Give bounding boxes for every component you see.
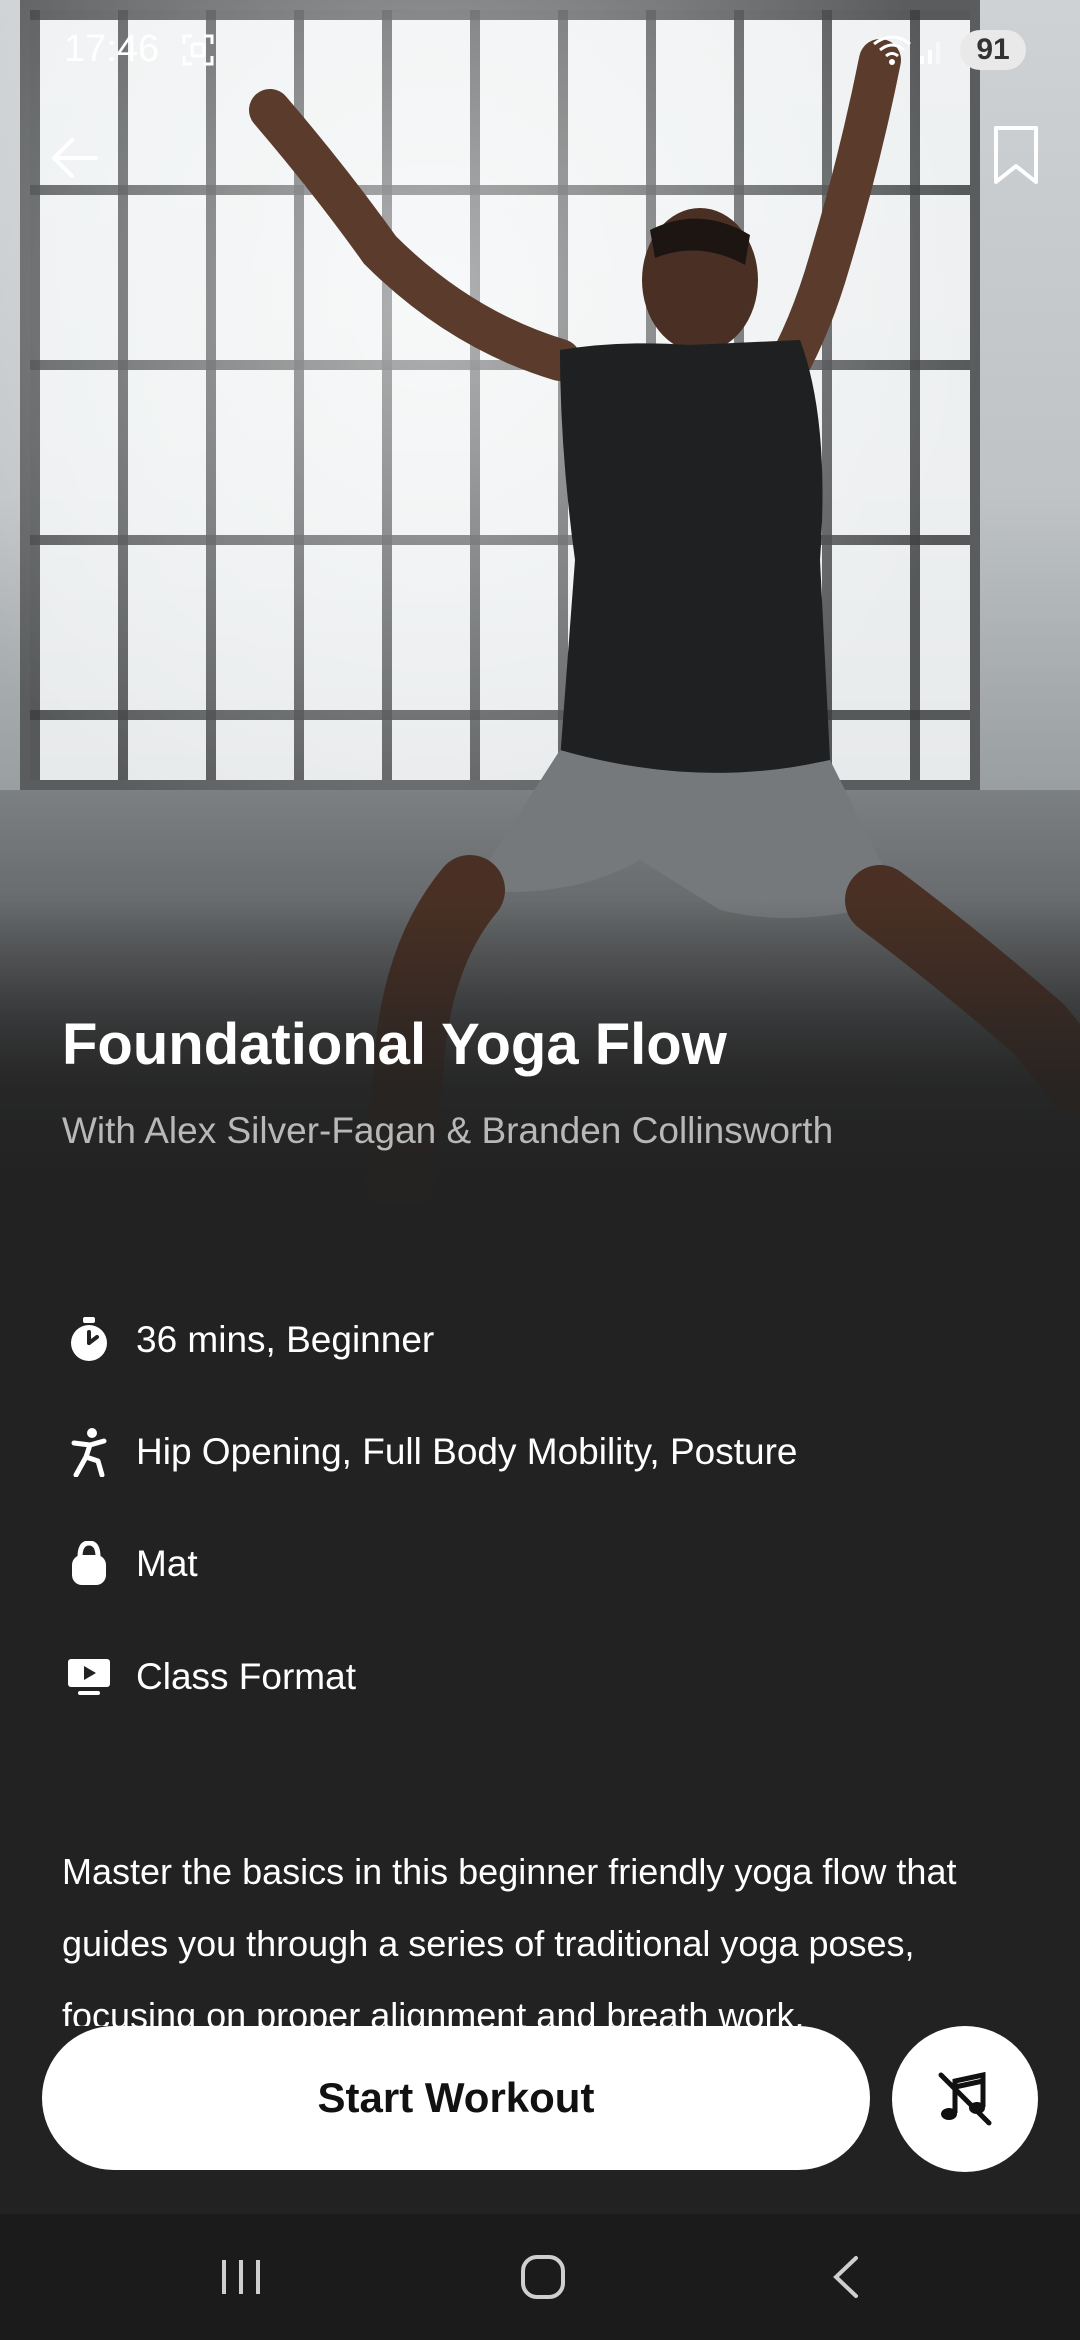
detail-equipment: Mat [62,1534,198,1594]
signal-icon [920,42,940,64]
detail-text: Mat [136,1543,198,1584]
video-class-icon [62,1650,116,1704]
detail-duration: 36 mins, Beginner [62,1310,434,1370]
detail-text: 36 mins, Beginner [136,1319,435,1360]
detail-format: Class Format [62,1647,356,1707]
status-bar: 17:46 91 [0,0,1080,100]
system-navigation-bar [0,2214,1080,2340]
workout-trainers: With Alex Silver-Fagan & Branden Collins… [62,1110,834,1151]
back-arrow-icon[interactable] [46,130,102,186]
music-toggle-button[interactable] [892,2026,1038,2172]
kettlebell-icon [62,1537,116,1591]
start-workout-button[interactable]: Start Workout [42,2026,870,2170]
music-off-icon [938,2071,992,2126]
detail-focus: Hip Opening, Full Body Mobility, Posture [62,1422,798,1482]
bookmark-icon[interactable] [990,124,1042,188]
status-time: 17:46 [64,28,160,70]
detail-text: Class Format [136,1656,356,1697]
stopwatch-icon [62,1313,116,1367]
recent-apps-icon[interactable] [216,2252,266,2302]
home-icon[interactable] [518,2250,568,2304]
workout-description: Master the basics in this beginner frien… [62,1851,957,2026]
detail-text: Hip Opening, Full Body Mobility, Posture [136,1431,798,1472]
wifi-icon [873,35,911,65]
nav-back-icon[interactable] [826,2250,866,2304]
battery-indicator: 91 [960,30,1026,70]
workout-title: Foundational Yoga Flow [62,1012,727,1077]
figure-icon [62,1425,116,1479]
screenshot-icon [182,34,214,66]
